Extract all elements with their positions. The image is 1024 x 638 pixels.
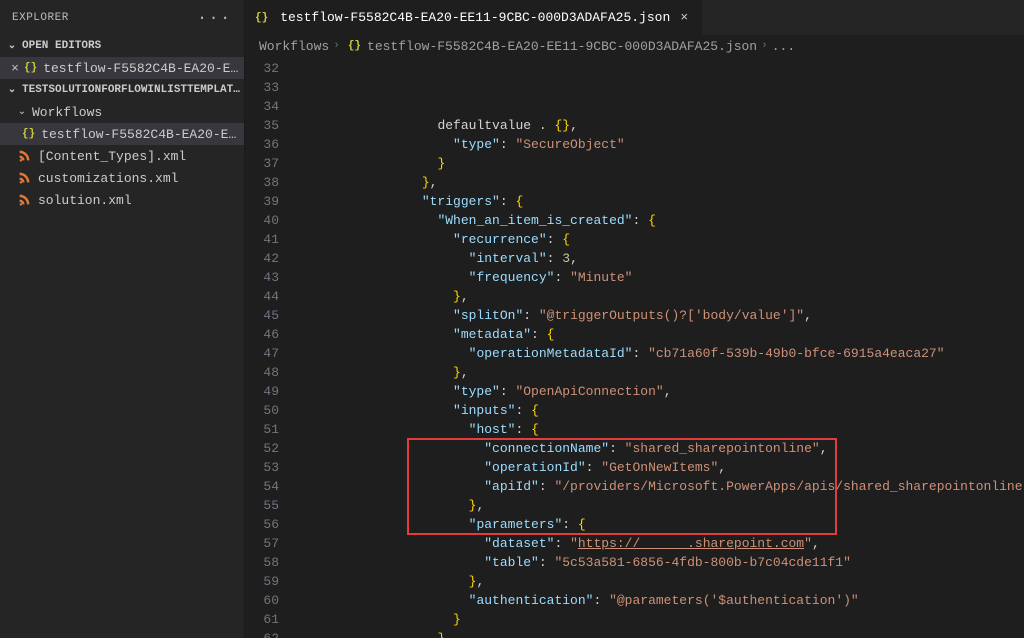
- code-line[interactable]: "inputs": {: [297, 401, 1024, 420]
- code-line[interactable]: "table": "5c53a581-6856-4fdb-800b-b7c04c…: [297, 553, 1024, 572]
- open-editors-section[interactable]: ⌄ OPEN EDITORS: [0, 35, 244, 57]
- json-file-icon: {}: [22, 128, 35, 140]
- code-line[interactable]: defaultvalue . {},: [297, 116, 1024, 135]
- explorer-sidebar: EXPLORER ··· ⌄ OPEN EDITORS × {} testflo…: [0, 0, 245, 638]
- breadcrumb-part[interactable]: Workflows: [259, 39, 329, 54]
- code-line[interactable]: }: [297, 154, 1024, 173]
- chevron-right-icon: ›: [761, 40, 768, 52]
- json-file-icon: {}: [255, 12, 268, 24]
- code-line[interactable]: },: [297, 363, 1024, 382]
- close-icon[interactable]: ×: [676, 10, 692, 25]
- code-line[interactable]: "recurrence": {: [297, 230, 1024, 249]
- file-item[interactable]: customizations.xml: [0, 167, 244, 189]
- editor-area: {} testflow-F5582C4B-EA20-EE11-9CBC-000D…: [245, 0, 1024, 638]
- code-line[interactable]: }: [297, 629, 1024, 638]
- code-line[interactable]: "dataset": "https:// .sharepoint.com",: [297, 534, 1024, 553]
- open-editor-label: testflow-F5582C4B-EA20-EE1...: [43, 61, 244, 76]
- file-label: testflow-F5582C4B-EA20-EE11-9C...: [41, 127, 244, 142]
- workspace-section[interactable]: ⌄ TESTSOLUTIONFORFLOWINLISTTEMPLAT...: [0, 79, 244, 101]
- code-line[interactable]: "type": "OpenApiConnection",: [297, 382, 1024, 401]
- xml-file-icon: [18, 171, 32, 185]
- chevron-down-icon: ⌄: [14, 106, 30, 118]
- code-line[interactable]: "host": {: [297, 420, 1024, 439]
- code-editor[interactable]: 3233343536373839404142434445464748495051…: [245, 57, 1024, 638]
- code-line[interactable]: "splitOn": "@triggerOutputs()?['body/val…: [297, 306, 1024, 325]
- file-label: customizations.xml: [38, 171, 244, 186]
- explorer-more-icon[interactable]: ···: [197, 9, 232, 27]
- code-line[interactable]: "type": "SecureObject": [297, 135, 1024, 154]
- code-line[interactable]: "triggers": {: [297, 192, 1024, 211]
- file-label: solution.xml: [38, 193, 244, 208]
- file-json-active[interactable]: {} testflow-F5582C4B-EA20-EE11-9C...: [0, 123, 244, 145]
- xml-file-icon: [18, 193, 32, 207]
- code-line[interactable]: "operationId": "GetOnNewItems",: [297, 458, 1024, 477]
- code-line[interactable]: }: [297, 610, 1024, 629]
- code-line[interactable]: "operationMetadataId": "cb71a60f-539b-49…: [297, 344, 1024, 363]
- file-label: [Content_Types].xml: [38, 149, 244, 164]
- file-item[interactable]: [Content_Types].xml: [0, 145, 244, 167]
- workspace-label: TESTSOLUTIONFORFLOWINLISTTEMPLAT...: [22, 84, 240, 96]
- code-content[interactable]: defaultvalue . {}, "type": "SecureObject…: [297, 57, 1024, 638]
- breadcrumb[interactable]: Workflows › {} testflow-F5582C4B-EA20-EE…: [245, 35, 1024, 57]
- breadcrumb-part[interactable]: ...: [772, 39, 795, 54]
- chevron-down-icon: ⌄: [4, 84, 20, 96]
- tab-label: testflow-F5582C4B-EA20-EE11-9CBC-000D3AD…: [280, 10, 670, 25]
- open-editors-label: OPEN EDITORS: [22, 40, 101, 52]
- xml-file-icon: [18, 149, 32, 163]
- line-number-gutter: 3233343536373839404142434445464748495051…: [245, 57, 297, 638]
- close-icon[interactable]: ×: [6, 61, 24, 76]
- code-line[interactable]: },: [297, 173, 1024, 192]
- chevron-right-icon: ›: [333, 40, 340, 52]
- chevron-down-icon: ⌄: [4, 40, 20, 52]
- code-line[interactable]: "interval": 3,: [297, 249, 1024, 268]
- code-line[interactable]: "When_an_item_is_created": {: [297, 211, 1024, 230]
- code-line[interactable]: "connectionName": "shared_sharepointonli…: [297, 439, 1024, 458]
- code-line[interactable]: "frequency": "Minute": [297, 268, 1024, 287]
- code-line[interactable]: "authentication": "@parameters('$authent…: [297, 591, 1024, 610]
- code-line[interactable]: "parameters": {: [297, 515, 1024, 534]
- folder-label: Workflows: [32, 105, 102, 120]
- tab-active[interactable]: {} testflow-F5582C4B-EA20-EE11-9CBC-000D…: [245, 0, 703, 35]
- explorer-header: EXPLORER ···: [0, 0, 244, 35]
- json-file-icon: {}: [348, 40, 361, 52]
- code-line[interactable]: },: [297, 572, 1024, 591]
- tab-bar: {} testflow-F5582C4B-EA20-EE11-9CBC-000D…: [245, 0, 1024, 35]
- file-item[interactable]: solution.xml: [0, 189, 244, 211]
- code-line[interactable]: },: [297, 496, 1024, 515]
- folder-workflows[interactable]: ⌄ Workflows: [0, 101, 244, 123]
- code-line[interactable]: "apiId": "/providers/Microsoft.PowerApps…: [297, 477, 1024, 496]
- open-editor-item[interactable]: × {} testflow-F5582C4B-EA20-EE1...: [0, 57, 244, 79]
- code-line[interactable]: },: [297, 287, 1024, 306]
- explorer-title: EXPLORER: [12, 12, 69, 24]
- code-line[interactable]: "metadata": {: [297, 325, 1024, 344]
- json-file-icon: {}: [24, 62, 37, 74]
- breadcrumb-part[interactable]: testflow-F5582C4B-EA20-EE11-9CBC-000D3AD…: [367, 39, 757, 54]
